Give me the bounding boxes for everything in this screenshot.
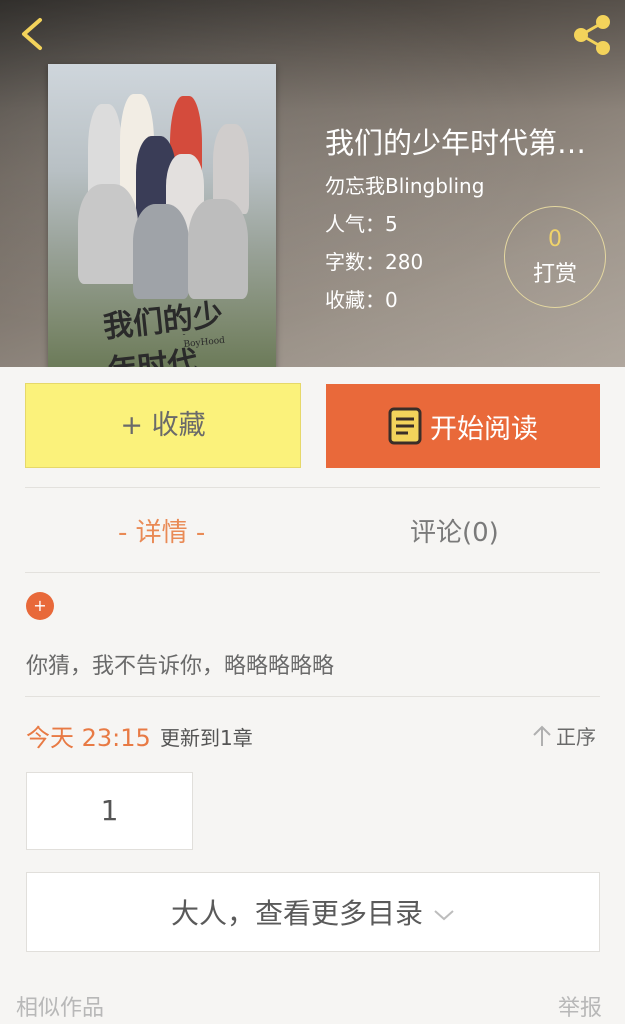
popularity-stat: 人气：5 [325, 212, 398, 236]
book-title: 我们的少年时代第… [325, 126, 587, 160]
start-reading-label: 开始阅读 [430, 413, 538, 445]
word-count-stat: 字数：280 [325, 250, 424, 274]
book-author[interactable]: 勿忘我Blingbling [325, 170, 484, 199]
tab-detail[interactable]: - 详情 - [118, 512, 205, 549]
book-cover[interactable]: 我们的少年时代 -BoyHood [48, 64, 276, 367]
report-link[interactable]: 举报 [558, 990, 602, 1022]
divider [25, 572, 600, 573]
start-reading-button[interactable]: 开始阅读 [326, 384, 600, 468]
reward-button[interactable]: 0 打赏 [504, 206, 606, 308]
sort-order-button[interactable]: 正序 [532, 721, 596, 750]
book-header: 我们的少年时代 -BoyHood 我们的少年时代第… 勿忘我Blingbling… [0, 0, 625, 367]
share-button[interactable] [569, 12, 615, 58]
divider [25, 696, 600, 697]
book-icon [388, 407, 422, 445]
more-catalog-label: 大人，查看更多目录 [170, 897, 423, 930]
similar-works-heading: 相似作品 [16, 996, 105, 1021]
reward-label: 打赏 [532, 262, 577, 287]
back-button[interactable] [14, 14, 54, 54]
collect-button[interactable]: + 收藏 [25, 383, 301, 468]
book-description: 你猜，我不告诉你，略略略略略 [26, 654, 335, 679]
chevron-left-icon [22, 18, 42, 50]
update-status: 更新到1章 [160, 726, 253, 750]
reward-count: 0 [548, 227, 562, 252]
update-time: 今天 23:15 [26, 724, 151, 752]
more-catalog-button[interactable]: 大人，查看更多目录 [26, 872, 600, 952]
favorites-stat: 收藏：0 [325, 288, 398, 312]
sort-order-label: 正序 [556, 725, 596, 749]
chevron-down-icon [434, 910, 454, 921]
tab-comments[interactable]: 评论(0) [410, 512, 499, 549]
expand-description-button[interactable]: + [26, 592, 54, 620]
divider [25, 487, 600, 488]
share-icon [574, 15, 610, 55]
arrow-up-icon [533, 725, 551, 746]
chapter-item[interactable]: 1 [26, 772, 193, 850]
cover-title-art: 我们的少年时代 -BoyHood [101, 297, 226, 367]
